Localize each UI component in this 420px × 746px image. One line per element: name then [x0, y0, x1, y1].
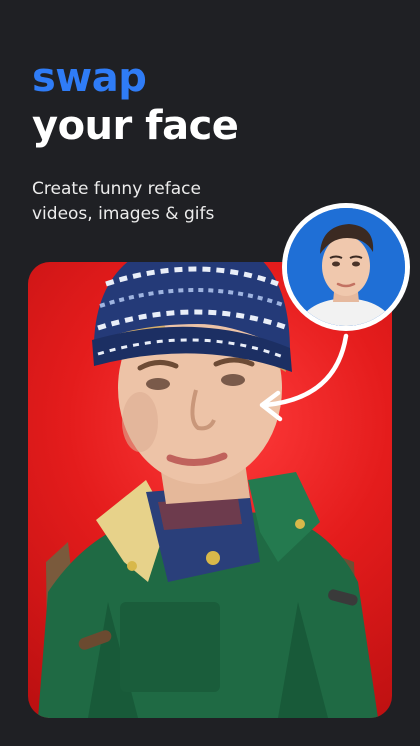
headline-main: your face: [32, 103, 239, 149]
avatar: [287, 208, 405, 326]
source-face-avatar: [282, 203, 410, 331]
headline: swap your face: [32, 54, 239, 150]
subtitle: Create funny reface videos, images & gif…: [32, 177, 292, 227]
headline-accent: swap: [32, 55, 147, 101]
source-face-illustration: [287, 208, 405, 326]
subtitle-line-2: videos, images & gifs: [32, 204, 215, 224]
subtitle-line-1: Create funny reface: [32, 179, 201, 199]
